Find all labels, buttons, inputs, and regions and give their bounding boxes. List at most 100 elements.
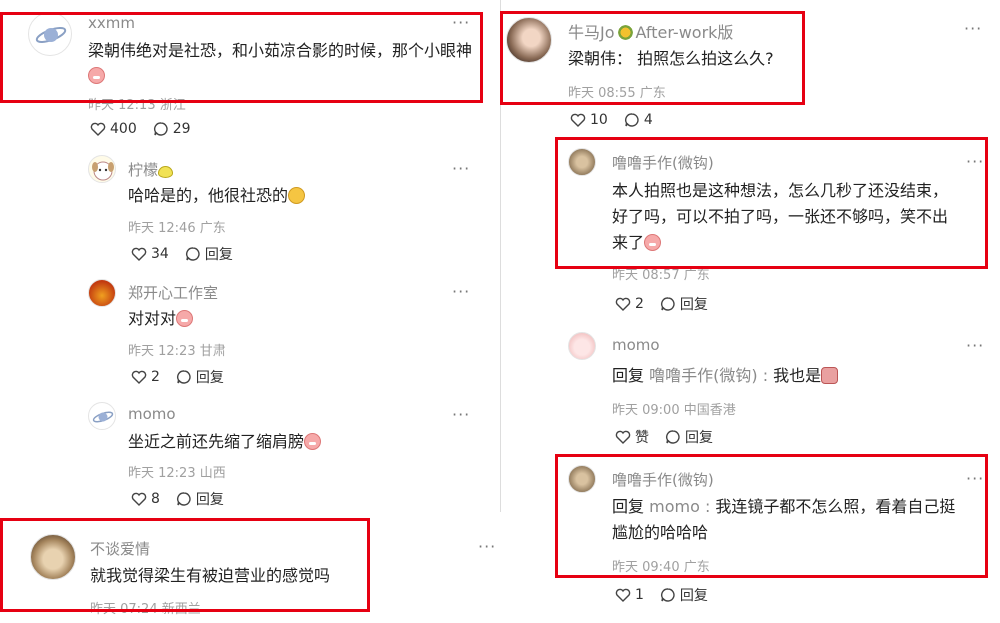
sun-icon — [616, 24, 634, 41]
reply-meta: 昨天 09:00 中国香港 — [612, 403, 736, 418]
bottom-left-comment-panel: 不谈爱情 ··· 就我觉得梁生有被迫营业的感觉吗 昨天 07:24 新西兰 — [0, 516, 500, 623]
comment-bubble-icon — [176, 492, 191, 506]
username[interactable]: 牛马Jo After-work版 — [568, 19, 733, 43]
reply-button[interactable]: 回复 — [660, 585, 708, 605]
heart-icon — [570, 113, 586, 127]
like-button[interactable]: 10 — [570, 112, 608, 128]
username[interactable]: momo — [128, 405, 176, 423]
cartoon-dog-icon — [92, 161, 114, 181]
username[interactable]: 不谈爱情 — [90, 538, 150, 559]
avatar-zhengkaixin[interactable] — [88, 279, 116, 307]
reply-button[interactable]: 回复 — [660, 294, 708, 314]
comment-count: 29 — [172, 121, 191, 137]
heart-icon — [90, 122, 106, 136]
comment-meta: 昨天 12:13 浙江 — [88, 98, 186, 113]
comment-button[interactable]: 29 — [153, 121, 191, 137]
heart-icon — [131, 492, 147, 506]
like-count: 400 — [110, 121, 137, 137]
mention-link[interactable]: 噜噜手作(微钩) — [649, 366, 758, 385]
avatar-momo[interactable] — [88, 402, 116, 430]
emoji-icon — [304, 433, 322, 450]
reply-text: 对对对 — [128, 306, 194, 332]
more-options-icon[interactable]: ··· — [964, 21, 982, 37]
username[interactable]: 柠檬 — [128, 159, 174, 180]
reply-text: 本人拍照也是这种想法，怎么几秒了还没结束， 好了吗，可以不拍了吗，一张还不够吗，… — [612, 181, 949, 252]
avatar-lemon[interactable] — [88, 155, 116, 183]
reply-text: 回复 噜噜手作(微钩) : 我也是 — [612, 363, 839, 389]
reply-button[interactable]: 回复 — [176, 489, 224, 509]
right-comment-panel: 牛马Jo After-work版 ··· 梁朝伟： 拍照怎么拍这么久? 昨天 08… — [502, 0, 1000, 623]
username[interactable]: momo — [612, 336, 660, 354]
avatar-niumajo[interactable] — [506, 17, 552, 63]
more-options-icon[interactable]: ··· — [966, 338, 984, 354]
comment-bubble-icon — [153, 122, 168, 136]
comment-actions: 10 4 — [570, 112, 669, 128]
heart-icon — [615, 588, 631, 602]
username[interactable]: 噜噜手作(微钩) — [612, 469, 714, 490]
comment-button[interactable]: 4 — [624, 112, 653, 128]
comment-text: 梁朝伟： 拍照怎么拍这么久? — [568, 49, 774, 68]
like-button[interactable]: 赞 — [615, 427, 649, 447]
username[interactable]: 噜噜手作(微钩) — [612, 152, 714, 173]
reply-meta: 昨天 09:40 广东 — [612, 560, 710, 575]
heart-icon — [131, 247, 147, 261]
emoji-icon — [821, 367, 839, 384]
reply-text: 回复 momo : 我连镜子都不怎么照，看着自己挺 尴尬的哈哈哈 — [612, 497, 956, 542]
lemon-icon — [158, 166, 174, 178]
reply-meta: 昨天 12:23 甘肃 — [128, 344, 226, 359]
emoji-icon — [88, 66, 105, 85]
avatar-lulu[interactable] — [568, 465, 596, 493]
reply-actions: 1 回复 — [615, 585, 724, 605]
more-options-icon[interactable]: ··· — [452, 161, 470, 177]
comment-actions: 400 29 — [90, 121, 207, 137]
like-button[interactable]: 2 — [615, 296, 644, 312]
heart-icon — [615, 430, 631, 444]
reply-button[interactable]: 回复 — [665, 427, 713, 447]
left-comment-panel: xxmm ··· 梁朝伟绝对是社恐，和小茹凉合影的时候，那个小眼神 昨天 12:… — [0, 0, 501, 512]
emoji-icon — [644, 234, 662, 251]
reply-button[interactable]: 回复 — [176, 367, 224, 387]
comment-bubble-icon — [660, 588, 675, 602]
like-button[interactable]: 34 — [131, 246, 169, 262]
planet-icon — [35, 27, 67, 43]
planet-icon — [92, 411, 114, 423]
reply-actions: 8 回复 — [131, 489, 240, 509]
more-options-icon[interactable]: ··· — [452, 407, 470, 423]
reply-meta: 昨天 12:23 山西 — [128, 466, 226, 481]
like-button[interactable]: 1 — [615, 587, 644, 603]
heart-icon — [615, 297, 631, 311]
avatar-lulu[interactable] — [568, 148, 596, 176]
reply-meta: 昨天 08:57 广东 — [612, 268, 710, 283]
avatar-cat[interactable] — [30, 534, 76, 580]
heart-icon — [131, 370, 147, 384]
reply-text: 哈哈是的，他很社恐的 — [128, 183, 306, 209]
comment-bubble-icon — [666, 430, 680, 444]
emoji-icon — [288, 187, 306, 204]
reply-actions: 赞 回复 — [615, 427, 729, 447]
comment-text: 就我觉得梁生有被迫营业的感觉吗 — [90, 566, 331, 585]
avatar-momo-pig[interactable] — [568, 332, 596, 360]
reply-text: 坐近之前还先缩了缩肩膀 — [128, 429, 322, 455]
comment-text: 梁朝伟绝对是社恐，和小茹凉合影的时候，那个小眼神 — [88, 41, 473, 60]
comment-bubble-icon — [176, 370, 191, 384]
reply-actions: 2 回复 — [615, 294, 724, 314]
more-options-icon[interactable]: ··· — [966, 471, 984, 487]
comment-bubble-icon — [624, 113, 639, 127]
like-button[interactable]: 400 — [90, 121, 137, 137]
reply-actions: 2 回复 — [131, 367, 240, 387]
like-button[interactable]: 8 — [131, 491, 160, 507]
avatar-xxmm[interactable] — [28, 12, 72, 56]
emoji-icon — [176, 310, 194, 327]
more-options-icon[interactable]: ··· — [452, 15, 470, 31]
more-options-icon[interactable]: ··· — [966, 154, 984, 170]
more-options-icon[interactable]: ··· — [478, 539, 496, 555]
username[interactable]: xxmm — [88, 14, 135, 32]
reply-button[interactable]: 回复 — [185, 244, 233, 264]
comment-meta: 昨天 08:55 广东 — [568, 86, 666, 101]
username[interactable]: 郑开心工作室 — [128, 282, 218, 303]
like-button[interactable]: 2 — [131, 369, 160, 385]
comment-meta: 昨天 07:24 新西兰 — [90, 602, 201, 617]
more-options-icon[interactable]: ··· — [452, 284, 470, 300]
reply-meta: 昨天 12:46 广东 — [128, 221, 226, 236]
mention-link[interactable]: momo — [649, 497, 700, 516]
